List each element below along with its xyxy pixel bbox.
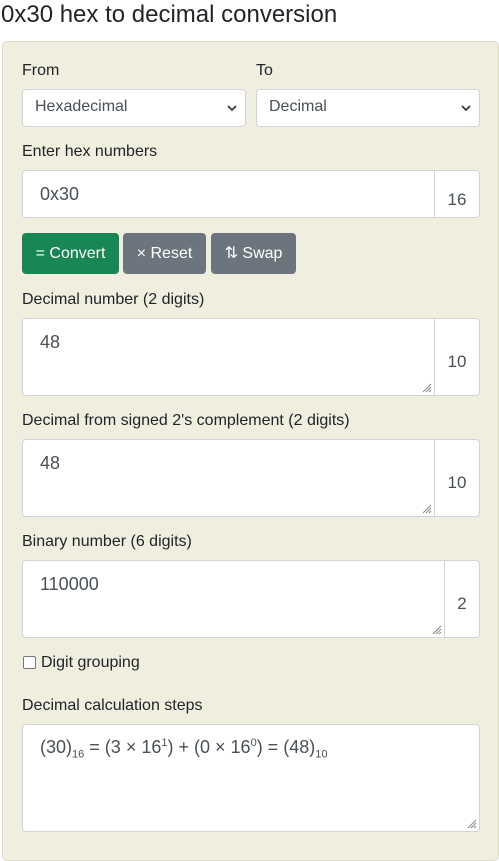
- swap-button[interactable]: ⇅ Swap: [211, 233, 296, 274]
- resize-grip-icon[interactable]: [432, 625, 442, 635]
- to-select[interactable]: Decimal: [256, 89, 480, 127]
- decimal-label: Decimal number (2 digits): [22, 291, 205, 308]
- from-select[interactable]: Hexadecimal: [22, 89, 246, 127]
- steps-term1-exp: 1: [161, 737, 168, 749]
- steps-term2-base: 16: [230, 737, 251, 757]
- signed-output-value: 48: [40, 453, 61, 473]
- chevron-down-icon: [461, 105, 471, 112]
- binary-output-value: 110000: [40, 574, 99, 594]
- binary-label: Binary number (6 digits): [22, 533, 192, 550]
- decimal-output[interactable]: 48: [22, 318, 435, 396]
- binary-output[interactable]: 110000: [22, 560, 445, 638]
- reset-button[interactable]: × Reset: [123, 233, 206, 274]
- to-label: To: [256, 62, 273, 79]
- binary-base-addon: 2: [444, 560, 480, 638]
- chevron-down-icon: [227, 105, 237, 112]
- signed-label: Decimal from signed 2's complement (2 di…: [22, 412, 350, 429]
- to-select-value: Decimal: [269, 98, 327, 115]
- page-title: 0x30 hex to decimal conversion: [1, 1, 338, 28]
- steps-label: Decimal calculation steps: [22, 697, 203, 714]
- steps-formula: (30)16 = (3 × 161) + (0 × 160) = (48)10: [40, 737, 328, 761]
- decimal-output-value: 48: [40, 332, 61, 352]
- steps-term2-exp: 0: [250, 737, 257, 749]
- hex-input-value: 0x30: [40, 184, 80, 204]
- digit-grouping-label[interactable]: Digit grouping: [41, 653, 140, 673]
- decimal-base-addon: 10: [434, 318, 480, 396]
- signed-output[interactable]: 48: [22, 439, 435, 517]
- steps-term2-digit: 0: [200, 737, 211, 757]
- steps-from-base: 16: [72, 748, 85, 761]
- steps-output[interactable]: (30)16 = (3 × 161) + (0 × 160) = (48)10: [22, 724, 480, 832]
- resize-grip-icon[interactable]: [422, 383, 432, 393]
- steps-to-base: 10: [315, 748, 328, 761]
- from-select-value: Hexadecimal: [35, 98, 128, 115]
- steps-term1-base: 16: [141, 737, 162, 757]
- digit-grouping-checkbox[interactable]: [23, 656, 36, 669]
- convert-button[interactable]: = Convert: [22, 233, 119, 274]
- from-label: From: [22, 62, 60, 79]
- resize-grip-icon[interactable]: [422, 504, 432, 514]
- steps-hex-digits: 30: [46, 737, 67, 757]
- input-base-addon: 16: [434, 170, 480, 218]
- steps-term1-digit: 3: [110, 737, 121, 757]
- input-label: Enter hex numbers: [22, 143, 158, 160]
- resize-grip-icon[interactable]: [467, 819, 477, 829]
- signed-base-addon: 10: [434, 439, 480, 517]
- steps-result: 48: [289, 737, 310, 757]
- hex-input[interactable]: 0x30: [22, 170, 435, 218]
